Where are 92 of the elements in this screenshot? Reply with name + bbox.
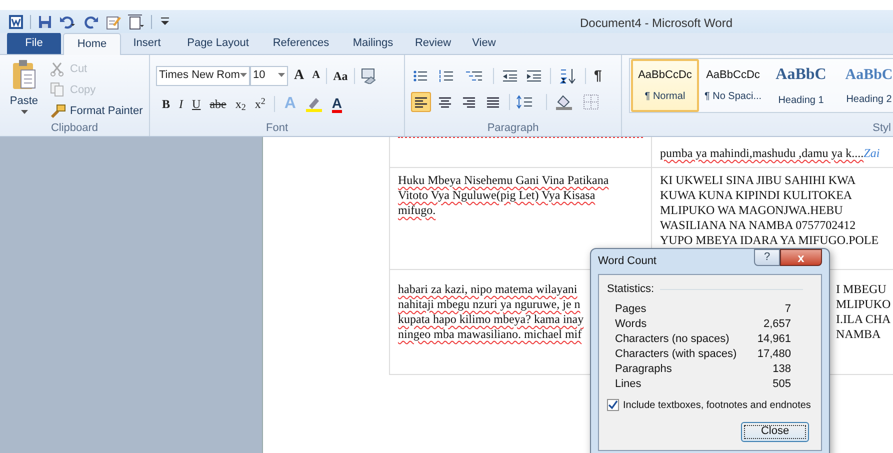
multilevel-list-icon[interactable] <box>465 68 485 82</box>
link[interactable]: Zai <box>864 146 880 161</box>
style-gallery-item[interactable]: AaBbC Heading 2 <box>835 59 893 112</box>
redo-icon[interactable] <box>83 14 99 30</box>
eraser-icon[interactable] <box>358 68 377 84</box>
close-dialog-button[interactable]: Close <box>741 422 809 442</box>
font-size-field[interactable]: 10 <box>250 66 288 86</box>
align-center-icon <box>437 95 453 109</box>
shrink-font-button[interactable]: A <box>310 67 322 84</box>
style-gallery-item[interactable]: AaBbCcDc ¶ Normal <box>631 59 699 112</box>
table-cell-text: ningeo mba mawasiliano. michael mif <box>398 327 582 342</box>
justify-icon <box>485 95 501 109</box>
style-gallery-item[interactable]: AaBbC Heading 1 <box>767 59 835 112</box>
group-label: Styl <box>872 120 891 136</box>
table-cell-text: pumba ya mahindi,mashudu ,damu ya k.... <box>660 146 864 161</box>
ribbon-tab[interactable]: Page Layout <box>173 32 263 54</box>
format-button[interactable]: abe <box>210 95 226 113</box>
change-case-button[interactable]: Aa <box>331 66 350 84</box>
group-label: Font <box>266 120 288 136</box>
table-cell-text: NAMBA <box>836 327 881 342</box>
paste-button[interactable]: Paste <box>4 59 44 120</box>
table-cell-text: MLIPUKO <box>836 297 891 312</box>
align-left-button[interactable] <box>411 92 431 112</box>
format-button[interactable]: I <box>179 95 184 113</box>
group-label: Paragraph <box>487 120 539 136</box>
stat-value: 2,657 <box>763 316 791 332</box>
page-icon[interactable] <box>127 14 145 30</box>
ribbon-tab[interactable]: Insert <box>121 32 173 54</box>
table-cell-text: habari za kazi, nipo matema wilayani <box>398 282 578 297</box>
dropdown-arrow-icon <box>278 73 285 78</box>
paintbrush-icon <box>50 103 66 119</box>
clipboard-icon <box>11 59 37 91</box>
table-cell-text: WASILIANA NA NAMBA 0757702412 <box>660 218 856 233</box>
table-cell-text: KI UKWELI SINA JIBU SAHIHI KWA <box>660 173 856 188</box>
notepad-pencil-icon[interactable] <box>105 14 121 30</box>
table-cell-text: MLIPUKO WA MAGONJWA.HEBU <box>660 203 843 218</box>
stat-label: Characters (no spaces) <box>615 332 730 346</box>
stat-label: Lines <box>615 376 642 392</box>
stat-value: 17,480 <box>757 346 791 362</box>
format-button[interactable]: U <box>192 95 201 113</box>
checkbox-label: Include textboxes, footnotes and endnotes <box>623 398 811 412</box>
stat-value: 7 <box>784 302 791 316</box>
copy-pages-icon <box>50 82 66 98</box>
window-title: Document4 - Microsoft Word <box>580 15 732 32</box>
table-cell-text: KUWA KUNA KIPINDI KULITOKEA <box>660 188 852 203</box>
scissors-icon <box>50 61 66 77</box>
dropdown-arrow-icon <box>240 73 247 78</box>
help-button[interactable]: ? <box>754 249 780 266</box>
align-left-icon <box>413 95 429 109</box>
table-cell-text: Vitoto Vya Nguluwe(pig Let) Vya Kisasa <box>398 188 596 203</box>
table-cell-text: YUPO MBEYA IDARA YA MIFUGO.POLE <box>660 233 879 248</box>
format-button[interactable]: x$^{2}$ <box>254 95 266 113</box>
table-cell-text: Huku Mbeya Nisehemu Gani Vina Patikana <box>398 173 609 188</box>
stat-label: Characters (with spaces) <box>615 346 737 362</box>
stat-label: Words <box>615 316 647 332</box>
undo-icon[interactable] <box>59 14 77 30</box>
table-cell-text: nahitaji mbegu nzuri ya nguruwe, je n <box>398 297 580 312</box>
sort-icon[interactable] <box>559 68 577 84</box>
table-cell-text: I.ILA CHA <box>836 312 891 327</box>
dropdown-arrow-icon <box>20 110 28 114</box>
clipboard-button[interactable]: Format Painter <box>50 102 143 120</box>
save-icon[interactable] <box>37 14 53 30</box>
ribbon-tab[interactable]: Review <box>407 32 459 54</box>
group-label: Clipboard <box>50 120 98 136</box>
stat-label: Paragraphs <box>615 362 672 376</box>
section-label: Statistics: <box>607 282 654 297</box>
checkbox[interactable] <box>607 399 619 411</box>
table-cell-text: kupata hapo kilimo mbeya? kama inay <box>398 312 584 327</box>
style-gallery-item[interactable]: AaBbCcDc ¶ No Spaci... <box>699 59 767 112</box>
stat-label: Pages <box>615 302 646 316</box>
ribbon-tab[interactable]: References <box>263 32 339 54</box>
grow-font-button[interactable]: A <box>292 65 306 86</box>
highlighter-icon[interactable] <box>304 96 323 112</box>
decrease-indent-icon[interactable] <box>502 68 518 82</box>
file-tab[interactable]: File <box>7 32 61 54</box>
format-button[interactable]: B <box>162 95 170 113</box>
font-color-button[interactable]: A <box>332 96 342 112</box>
ribbon-tab[interactable]: Home <box>63 33 121 55</box>
show-formatting-button[interactable]: ¶ <box>594 65 602 86</box>
format-button[interactable]: x$_{2}$ <box>235 95 246 113</box>
font-name-field[interactable]: Times New Rom <box>156 66 250 86</box>
stat-value: 14,961 <box>757 332 791 346</box>
word-logo-icon <box>8 14 24 30</box>
ribbon-tab[interactable]: View <box>459 32 509 54</box>
table-cell-text: mifugo. <box>398 203 436 218</box>
dialog-title: Word Count <box>598 254 656 270</box>
stat-value: 505 <box>772 376 791 392</box>
table-cell-text: I MBEGU <box>836 282 886 297</box>
ribbon-tab[interactable]: Mailings <box>339 32 407 54</box>
align-right-icon <box>461 95 477 109</box>
increase-indent-icon[interactable] <box>526 68 542 82</box>
stat-value: 138 <box>772 362 791 376</box>
